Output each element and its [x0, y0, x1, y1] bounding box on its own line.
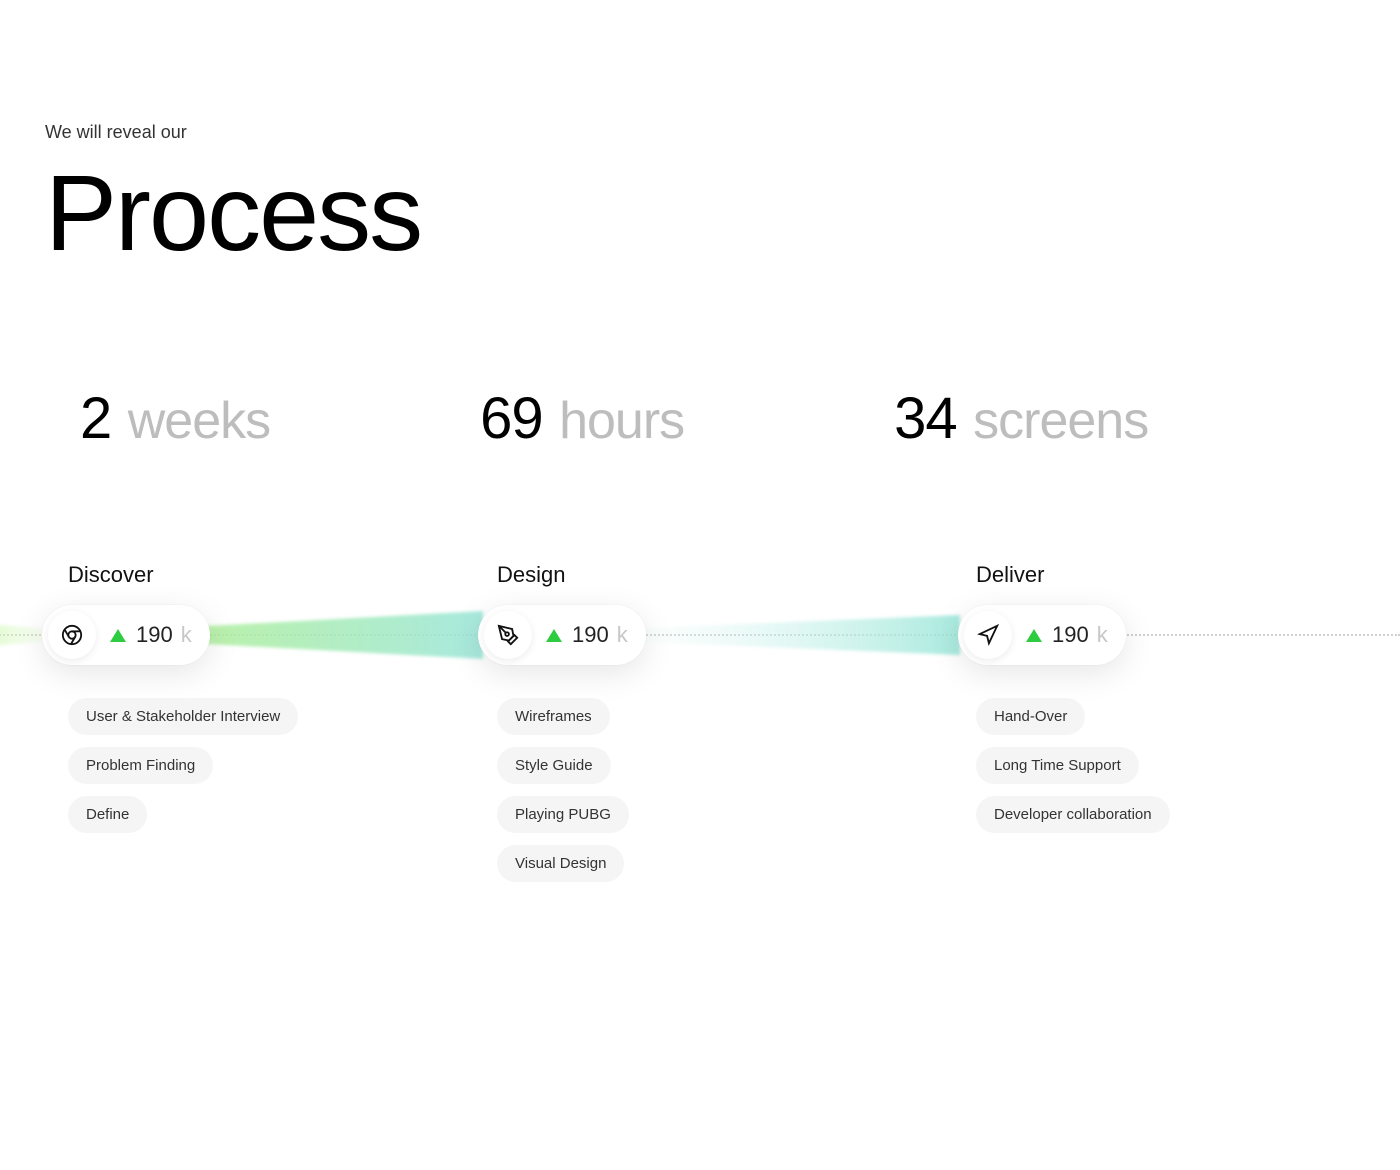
tag: Problem Finding — [68, 747, 213, 784]
chrome-icon — [48, 611, 96, 659]
metric-suffix: k — [1097, 622, 1108, 648]
stat-value: 2 — [80, 386, 111, 451]
stat-screens: 34 screens — [894, 385, 1148, 452]
tag: Playing PUBG — [497, 796, 629, 833]
stage-label: Deliver — [976, 562, 1296, 588]
stat-unit: weeks — [128, 392, 270, 450]
tag: Visual Design — [497, 845, 624, 882]
tag: Hand-Over — [976, 698, 1085, 735]
metric-suffix: k — [617, 622, 628, 648]
metric-value: 190 — [136, 622, 173, 648]
tag: User & Stakeholder Interview — [68, 698, 298, 735]
eyebrow-text: We will reveal our — [45, 122, 187, 143]
stage-label: Design — [497, 562, 817, 588]
stage-tags: Hand-Over Long Time Support Developer co… — [976, 698, 1296, 833]
tag: Define — [68, 796, 147, 833]
stage-metric-deliver: 190 k — [958, 605, 1126, 665]
metric-value: 190 — [572, 622, 609, 648]
stat-value: 69 — [480, 386, 543, 451]
stats-row: 2 weeks 69 hours 34 screens — [0, 385, 1400, 452]
tag: Style Guide — [497, 747, 611, 784]
pen-tool-icon — [484, 611, 532, 659]
tag: Long Time Support — [976, 747, 1139, 784]
stat-unit: hours — [559, 392, 684, 450]
metric-suffix: k — [181, 622, 192, 648]
process-timeline: 190 k 190 k 190 k — [0, 605, 1400, 665]
stage-metric-discover: 190 k — [42, 605, 210, 665]
stat-unit: screens — [973, 392, 1148, 450]
stage-tags: User & Stakeholder Interview Problem Fin… — [68, 698, 388, 833]
stat-hours: 69 hours — [480, 385, 684, 452]
navigation-icon — [964, 611, 1012, 659]
page-title: Process — [45, 150, 421, 275]
metric-value: 190 — [1052, 622, 1089, 648]
tag: Developer collaboration — [976, 796, 1170, 833]
triangle-up-icon — [1026, 629, 1042, 642]
stage-metric-design: 190 k — [478, 605, 646, 665]
stage-tags: Wireframes Style Guide Playing PUBG Visu… — [497, 698, 817, 882]
triangle-up-icon — [546, 629, 562, 642]
stage-deliver: Deliver Hand-Over Long Time Support Deve… — [976, 562, 1296, 833]
stat-value: 34 — [894, 386, 957, 451]
stage-discover: Discover User & Stakeholder Interview Pr… — [68, 562, 388, 833]
triangle-up-icon — [110, 629, 126, 642]
stat-weeks: 2 weeks — [80, 385, 270, 452]
tag: Wireframes — [497, 698, 610, 735]
stage-label: Discover — [68, 562, 388, 588]
